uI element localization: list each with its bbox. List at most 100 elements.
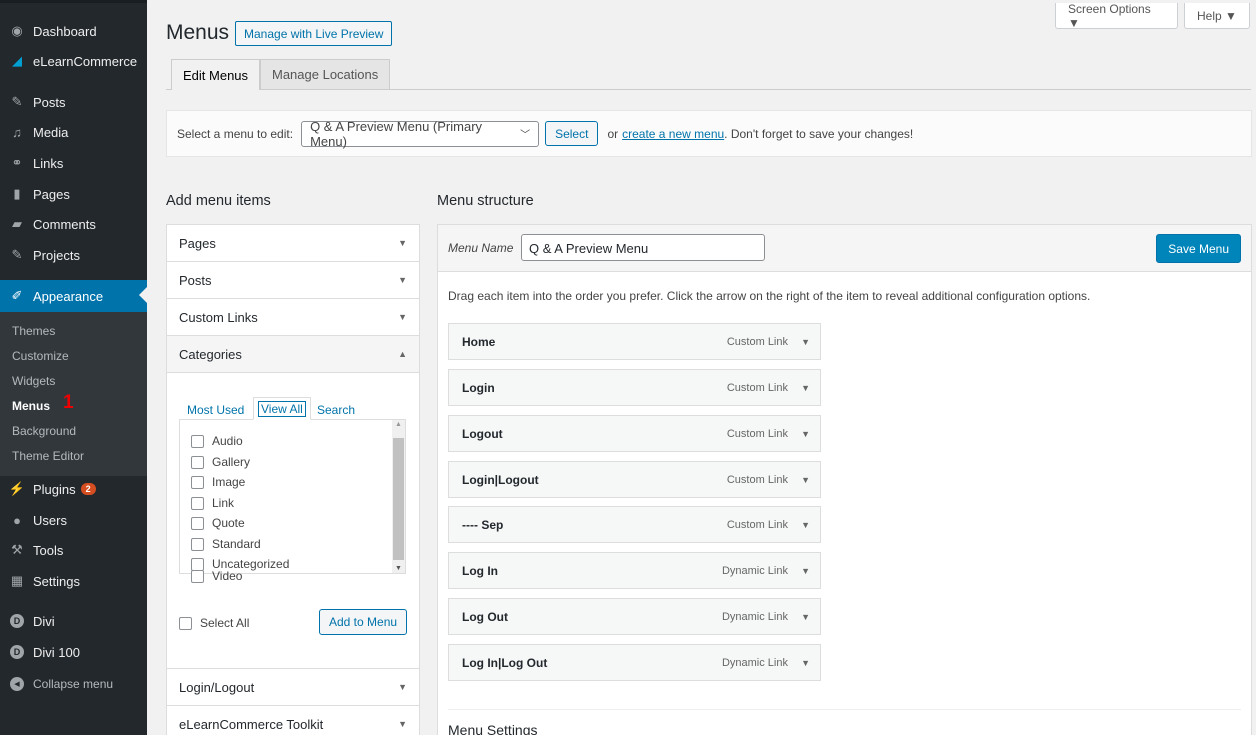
sidebar-item-tools[interactable]: ⚒ Tools: [0, 535, 147, 565]
sidebar-item-label: Users: [33, 512, 67, 528]
scroll-down-icon[interactable]: ▼: [395, 565, 402, 572]
submenu-item-themes[interactable]: Themes: [12, 324, 55, 338]
category-checkbox[interactable]: [191, 496, 204, 510]
chevron-down-icon: ﹀: [520, 130, 531, 141]
menu-item-type: Custom Link: [726, 335, 788, 348]
accordion-categories[interactable]: Categories ▲: [167, 336, 419, 373]
sidebar-item-divi[interactable]: D Divi: [0, 606, 147, 636]
sidebar-item-pages[interactable]: ▮ Pages: [0, 179, 147, 209]
menu-item[interactable]: Login Custom Link ▼: [448, 369, 821, 406]
category-checkbox[interactable]: [191, 569, 204, 583]
sidebar-item-label: Pages: [33, 186, 70, 202]
sidebar-item-label: Links: [33, 155, 64, 171]
menu-item[interactable]: Login|Logout Custom Link ▼: [448, 461, 821, 498]
expand-arrow-icon[interactable]: ▼: [801, 612, 810, 622]
category-checkbox[interactable]: [191, 557, 204, 571]
menu-item[interactable]: Log In Dynamic Link ▼: [448, 552, 821, 589]
menu-settings-divider: [448, 709, 1241, 710]
collapse-menu-button[interactable]: ◀ Collapse menu: [0, 669, 147, 699]
accordion-login-logout[interactable]: Login/Logout ▼: [167, 669, 419, 706]
accordion-posts[interactable]: Posts ▼: [167, 262, 419, 299]
accordion-elearncommerce-toolkit[interactable]: eLearnCommerce Toolkit ▼: [167, 706, 419, 735]
sidebar-item-divi-100[interactable]: D Divi 100: [0, 637, 147, 667]
sidebar-item-elearncommerce[interactable]: ◢ eLearnCommerce: [0, 46, 147, 76]
divi-icon: D: [10, 614, 24, 628]
tab-most-used[interactable]: Most Used: [187, 403, 244, 417]
sidebar-item-posts[interactable]: ✎ Posts: [0, 87, 147, 117]
sidebar-item-label: Tools: [33, 542, 64, 558]
menu-item[interactable]: Logout Custom Link ▼: [448, 415, 821, 452]
sidebar-item-label: Appearance: [33, 288, 104, 304]
category-checkbox[interactable]: [191, 516, 204, 530]
menu-structure-heading: Menu structure: [437, 193, 534, 209]
expand-arrow-icon[interactable]: ▼: [801, 520, 810, 530]
arrow-up-icon: ▲: [398, 349, 407, 359]
accordion-custom-links[interactable]: Custom Links ▼: [167, 299, 419, 336]
sidebar-item-comments[interactable]: ▰ Comments: [0, 209, 147, 239]
category-checkbox[interactable]: [191, 475, 204, 489]
sidebar-item-users[interactable]: ● Users: [0, 505, 147, 535]
menu-item[interactable]: ---- Sep Custom Link ▼: [448, 506, 821, 543]
manage-live-preview-button[interactable]: Manage with Live Preview: [235, 21, 393, 46]
main-content: Screen Options ▼ Help ▼ Menus Manage wit…: [147, 0, 1256, 735]
menu-item-title: Log In|Log Out: [462, 655, 548, 670]
accordion-pages[interactable]: Pages ▼: [167, 225, 419, 262]
sidebar-item-media[interactable]: ♫ Media: [0, 117, 147, 147]
sidebar-item-settings[interactable]: ▦ Settings: [0, 566, 147, 596]
list-item: Image: [191, 475, 245, 489]
screen-options-button[interactable]: Screen Options ▼: [1055, 2, 1178, 30]
category-checkbox[interactable]: [191, 455, 204, 469]
category-scrollbar[interactable]: ▲ ▼: [392, 420, 405, 573]
category-checkbox[interactable]: [191, 434, 204, 448]
category-checkbox[interactable]: [191, 537, 204, 551]
arrow-down-icon: ▼: [398, 719, 407, 729]
menu-select-dropdown[interactable]: Q & A Preview Menu (Primary Menu) ﹀: [301, 119, 540, 149]
menu-name-input[interactable]: Q & A Preview Menu: [521, 234, 765, 261]
menu-item[interactable]: Log Out Dynamic Link ▼: [448, 598, 821, 635]
menu-item-type: Custom Link: [726, 473, 788, 486]
menu-structure-panel: Menu Name Q & A Preview Menu Save Menu D…: [437, 224, 1252, 735]
arrow-down-icon: ▼: [398, 238, 407, 248]
tab-edit-menus[interactable]: Edit Menus: [171, 59, 261, 90]
expand-arrow-icon[interactable]: ▼: [801, 475, 810, 485]
submenu-item-background[interactable]: Background: [12, 424, 76, 438]
submenu-item-menus[interactable]: Menus: [12, 399, 50, 413]
submenu-item-customize[interactable]: Customize: [12, 349, 69, 363]
menu-item-title: Login|Logout: [462, 472, 539, 487]
sidebar-item-appearance[interactable]: ✐ Appearance: [0, 280, 147, 312]
expand-arrow-icon[interactable]: ▼: [801, 566, 810, 576]
select-all-checkbox[interactable]: [179, 616, 192, 630]
save-menu-button[interactable]: Save Menu: [1156, 234, 1241, 263]
category-label: Standard: [212, 537, 261, 551]
submenu-item-theme-editor[interactable]: Theme Editor: [12, 449, 84, 463]
sidebar-item-label: Divi 100: [33, 644, 80, 660]
help-button[interactable]: Help ▼: [1184, 3, 1250, 29]
tab-search[interactable]: Search: [317, 403, 355, 417]
tab-view-all[interactable]: View All: [253, 397, 311, 420]
create-new-menu-link[interactable]: create a new menu: [622, 127, 724, 141]
select-button[interactable]: Select: [545, 121, 599, 146]
menu-item[interactable]: Home Custom Link ▼: [448, 323, 821, 360]
tab-manage-locations[interactable]: Manage Locations: [260, 59, 391, 89]
add-to-menu-button[interactable]: Add to Menu: [319, 609, 408, 635]
scroll-up-icon[interactable]: ▲: [395, 421, 402, 428]
sidebar-item-projects[interactable]: ✎ Projects: [0, 240, 147, 270]
list-item: Audio: [191, 434, 243, 448]
pages-icon: ▮: [13, 186, 21, 201]
expand-arrow-icon[interactable]: ▼: [801, 337, 810, 347]
divi-icon: D: [10, 645, 24, 659]
pin-icon: ✎: [11, 247, 23, 262]
sidebar-item-plugins[interactable]: ⚡ Plugins 2: [0, 474, 147, 504]
expand-arrow-icon[interactable]: ▼: [801, 658, 810, 668]
submenu-item-widgets[interactable]: Widgets: [12, 374, 55, 388]
scrollbar-thumb[interactable]: [393, 438, 404, 560]
menu-name-label: Menu Name: [448, 241, 514, 255]
sidebar-item-label: Comments: [33, 216, 96, 232]
expand-arrow-icon[interactable]: ▼: [801, 383, 810, 393]
expand-arrow-icon[interactable]: ▼: [801, 429, 810, 439]
menu-item[interactable]: Log In|Log Out Dynamic Link ▼: [448, 644, 821, 681]
sidebar-item-dashboard[interactable]: ◉ Dashboard: [0, 16, 147, 46]
select-all-label: Select All: [200, 616, 250, 630]
sidebar-item-links[interactable]: ⚭ Links: [0, 148, 147, 178]
sidebar-item-label: Divi: [33, 613, 55, 629]
